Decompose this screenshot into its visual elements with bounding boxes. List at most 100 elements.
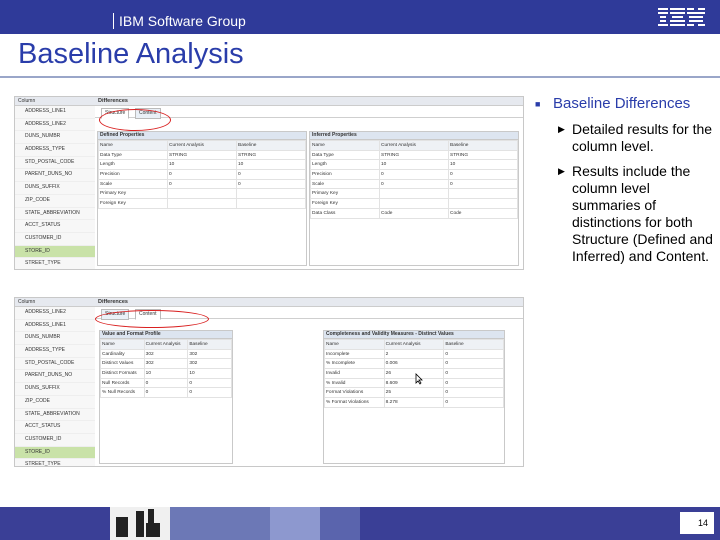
column-header: Baseline bbox=[448, 140, 518, 151]
sub-bullet: ▶ Detailed results for the column level. bbox=[535, 121, 715, 155]
table-cell: 8.278 bbox=[383, 397, 445, 408]
table-row: Precision 0 0 bbox=[310, 169, 518, 180]
tree-item[interactable]: CUSTOMER_ID bbox=[15, 233, 95, 246]
table-header-row: Name Current Analysis Baseline bbox=[98, 140, 306, 151]
tree-item[interactable]: ACCT_STATUS bbox=[15, 421, 95, 434]
table-cell: 0 bbox=[443, 377, 504, 389]
value-format-table: Value and Format Profile Name Current Ana… bbox=[99, 330, 233, 464]
sub-bullet: ▶ Results include the column level summa… bbox=[535, 163, 715, 265]
table-cell: 10 bbox=[187, 368, 232, 379]
tree-item[interactable]: STREET_TYPE bbox=[15, 258, 95, 269]
table-cell bbox=[236, 198, 306, 209]
tree-item[interactable]: ZIP_CODE bbox=[15, 195, 95, 208]
table-cell: 26 bbox=[383, 368, 445, 379]
tree-item[interactable]: ADDRESS_TYPE bbox=[15, 144, 95, 157]
table-cell: Cardinality bbox=[100, 348, 145, 360]
ibm-logo bbox=[658, 8, 705, 26]
differences-panel: Differences Structure Content Value and … bbox=[95, 298, 523, 466]
tree-item[interactable]: ADDRESS_LINE1 bbox=[15, 106, 95, 119]
group-name: IBM Software Group bbox=[113, 13, 246, 29]
tree-item[interactable]: STD_POSTAL_CODE bbox=[15, 358, 95, 371]
panel-title: Differences bbox=[95, 97, 523, 106]
arrow-bullet-icon: ▶ bbox=[558, 166, 565, 176]
table-row: Data Class Code Code bbox=[310, 207, 518, 219]
table-cell: Length bbox=[310, 159, 380, 171]
table-cell: 8.609 bbox=[383, 377, 445, 389]
table-cell: Distinct Values bbox=[100, 358, 145, 370]
table-cell bbox=[379, 198, 449, 209]
table-cell: 0 bbox=[443, 368, 504, 379]
table-cell: Data Type bbox=[310, 149, 380, 161]
tree-item[interactable]: ADDRESS_LINE2 bbox=[15, 119, 95, 132]
title-divider bbox=[0, 76, 720, 78]
tree-item[interactable]: PARENT_DUNS_NO bbox=[15, 370, 95, 384]
table-row: % Incomplete 0.006 0 bbox=[324, 358, 504, 370]
tree-header: Column bbox=[15, 298, 95, 307]
table-cell: 302 bbox=[143, 348, 189, 360]
tree-item[interactable]: DUNS_NUMBR bbox=[15, 332, 95, 346]
tree-item[interactable]: ADDRESS_TYPE bbox=[15, 345, 95, 358]
table-row: % Null Records 0 0 bbox=[100, 387, 232, 399]
bullet-list: ■ Baseline Differences ▶ Detailed result… bbox=[535, 95, 715, 265]
table-row: Foreign Key bbox=[98, 198, 306, 209]
tree-item[interactable]: STORE_ID bbox=[15, 446, 95, 460]
table-cell: Code bbox=[448, 207, 518, 219]
bullet-main: ■ Baseline Differences bbox=[535, 95, 715, 113]
table-cell: STRING bbox=[448, 149, 518, 161]
table-cell bbox=[167, 198, 237, 209]
tree-item[interactable]: STORE_ID bbox=[15, 245, 95, 259]
tree-item[interactable]: DUNS_NUMBR bbox=[15, 131, 95, 145]
table-row: Null Records 0 0 bbox=[100, 377, 232, 389]
table-cell: 0 bbox=[443, 348, 504, 360]
panel-title: Differences bbox=[95, 298, 523, 307]
arrow-bullet-icon: ▶ bbox=[558, 124, 565, 134]
table-row: Invalid 26 0 bbox=[324, 368, 504, 379]
column-header: Name bbox=[100, 339, 145, 350]
mouse-cursor-icon bbox=[415, 373, 423, 385]
content-screenshot: Column ADDRESS_LINE2 ADDRESS_LINE1 DUNS_NU… bbox=[14, 297, 524, 467]
defined-properties-table: Defined Properties Name Current Analysis B… bbox=[97, 131, 307, 266]
tree-header: Column bbox=[15, 97, 95, 106]
table-row: Primary Key bbox=[310, 188, 518, 200]
tree-item[interactable]: STATE_ABBREVIATION bbox=[15, 409, 95, 422]
tree-item[interactable]: DUNS_SUFFIX bbox=[15, 383, 95, 396]
table-cell: 10 bbox=[379, 159, 449, 171]
value-format-title: Value and Format Profile bbox=[100, 331, 232, 339]
table-cell: Incomplete bbox=[324, 348, 385, 360]
table-row: Cardinality 302 302 bbox=[100, 348, 232, 360]
tree-item[interactable]: ZIP_CODE bbox=[15, 396, 95, 409]
table-cell: 302 bbox=[187, 348, 232, 360]
tree-item[interactable]: PARENT_DUNS_NO bbox=[15, 169, 95, 183]
tree-item[interactable]: DUNS_SUFFIX bbox=[15, 182, 95, 195]
inferred-properties-title: Inferred Properties bbox=[310, 132, 518, 140]
differences-panel: Differences Structure Content Defined Pr… bbox=[95, 97, 523, 269]
table-cell: 25 bbox=[383, 387, 445, 399]
column-tree: Column ADDRESS_LINE2 ADDRESS_LINE1 DUNS_NU… bbox=[15, 298, 96, 466]
table-cell: Foreign Key bbox=[98, 198, 168, 209]
defined-properties-title: Defined Properties bbox=[98, 132, 306, 140]
tree-item[interactable]: STD_POSTAL_CODE bbox=[15, 157, 95, 170]
tree-item[interactable]: STATE_ABBREVIATION bbox=[15, 208, 95, 221]
table-row: Incomplete 2 0 bbox=[324, 348, 504, 360]
slide-title: Baseline Analysis bbox=[18, 38, 244, 70]
tree-item[interactable]: STREET_TYPE bbox=[15, 459, 95, 466]
column-header: Current Analysis bbox=[167, 140, 237, 151]
table-row: Distinct Formats 10 10 bbox=[100, 368, 232, 379]
table-cell: Data Class bbox=[310, 207, 380, 219]
tree-item[interactable]: ACCT_STATUS bbox=[15, 220, 95, 233]
highlight-oval bbox=[95, 310, 209, 328]
bullet-main-text: Baseline Differences bbox=[553, 95, 691, 112]
inferred-properties-table: Inferred Properties Name Current Analysis… bbox=[309, 131, 519, 266]
table-row: Data Type STRING STRING bbox=[310, 149, 518, 161]
tree-item[interactable]: CUSTOMER_ID bbox=[15, 434, 95, 447]
table-cell: Data Type bbox=[98, 149, 168, 161]
column-header: Current Analysis bbox=[143, 339, 189, 350]
table-cell bbox=[448, 188, 518, 200]
table-cell: Invalid bbox=[324, 368, 385, 379]
tree-item[interactable]: ADDRESS_LINE2 bbox=[15, 307, 95, 320]
table-cell: Null Records bbox=[100, 377, 145, 389]
table-cell: Code bbox=[379, 207, 449, 219]
table-cell: Scale bbox=[310, 178, 380, 190]
tree-item[interactable]: ADDRESS_LINE1 bbox=[15, 320, 95, 333]
table-cell: 10 bbox=[167, 159, 237, 171]
